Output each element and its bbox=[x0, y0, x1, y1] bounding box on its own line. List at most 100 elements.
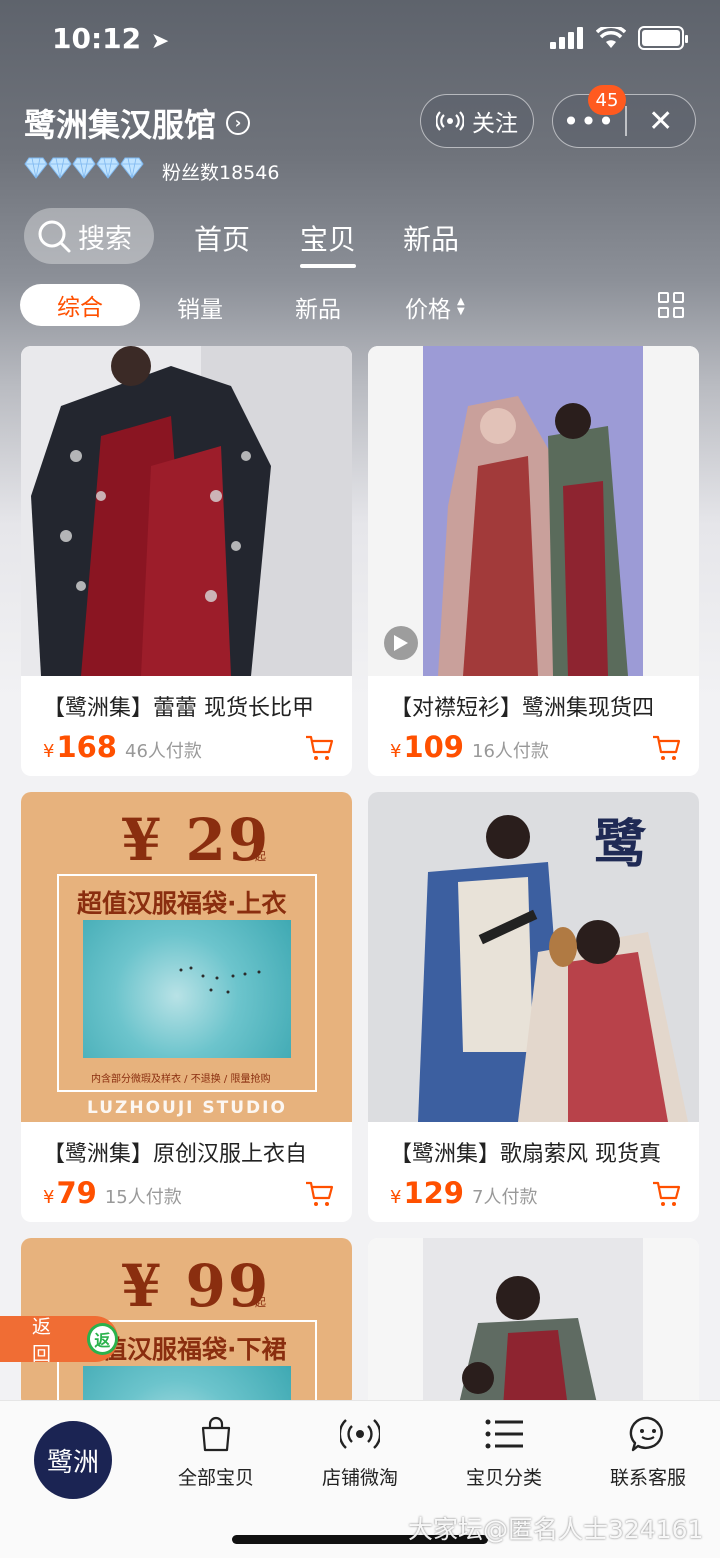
birds-graphic bbox=[179, 966, 261, 994]
promo-note: 内含部分微瑕及样衣 / 不退换 / 限量抢购 bbox=[91, 1074, 271, 1085]
search-label: 搜索 bbox=[78, 223, 132, 255]
cart-icon[interactable] bbox=[651, 734, 681, 762]
shop-logo-text: 鹭洲 bbox=[46, 1447, 99, 1478]
sort-new[interactable]: 新品 bbox=[295, 290, 341, 324]
product-title: 【对襟短衫】鹭洲集现货四 bbox=[390, 696, 655, 721]
grid-cell-icon bbox=[673, 292, 684, 303]
close-button[interactable]: ✕ bbox=[627, 95, 696, 147]
promo-headline: 超值汉服福袋·上衣 bbox=[77, 889, 287, 918]
tab-label: 全部宝贝 bbox=[177, 1467, 254, 1489]
play-icon bbox=[394, 635, 408, 651]
product-image[interactable]: 鹭 bbox=[368, 792, 699, 1122]
price-row: ¥ 168 46人付款 bbox=[43, 730, 202, 764]
promo-sky-photo bbox=[83, 920, 291, 1058]
product-image[interactable] bbox=[21, 346, 352, 676]
product-title: 【鹭洲集】原创汉服上衣自 bbox=[43, 1142, 308, 1167]
promo-banner: ¥ 29 起 超值汉服福袋·上衣 内含部分微瑕及样衣 / 不退换 / 限量抢购 … bbox=[21, 792, 352, 1122]
sort-sales[interactable]: 销量 bbox=[177, 290, 223, 324]
product-image[interactable]: ¥ 29 起 超值汉服福袋·上衣 内含部分微瑕及样衣 / 不退换 / 限量抢购 … bbox=[21, 792, 352, 1122]
follow-button[interactable]: 关注 bbox=[420, 94, 534, 148]
product-card[interactable]: 【对襟短衫】鹭洲集现货四 ¥ 109 16人付款 bbox=[368, 346, 699, 776]
price-row: ¥ 129 7人付款 bbox=[390, 1176, 537, 1210]
tab-shop-feed[interactable]: 店铺微淘 bbox=[290, 1411, 430, 1490]
tab-all-products[interactable]: 全部宝贝 bbox=[146, 1411, 286, 1490]
shopping-bag-icon bbox=[199, 1411, 233, 1457]
currency-symbol: ¥ bbox=[43, 741, 55, 762]
broadcast-icon bbox=[436, 111, 464, 131]
wifi-icon bbox=[596, 27, 626, 48]
list-icon bbox=[485, 1411, 523, 1457]
tab-new[interactable]: 新品 bbox=[403, 218, 459, 258]
sort-price-label: 价格 bbox=[405, 297, 451, 323]
product-price: 129 bbox=[403, 1176, 464, 1210]
diamond-icon bbox=[72, 157, 96, 179]
promo-qi: 起 bbox=[255, 1296, 266, 1309]
search-icon bbox=[38, 220, 71, 253]
close-icon: ✕ bbox=[648, 103, 674, 139]
battery-icon bbox=[638, 26, 688, 50]
product-photo bbox=[368, 346, 699, 676]
diamond-icon bbox=[120, 157, 144, 179]
sort-sales-label: 销量 bbox=[177, 297, 223, 323]
watermark: 大家坛@匿名人士324161 bbox=[408, 1515, 704, 1544]
chat-bubble-icon bbox=[628, 1411, 668, 1457]
sort-new-label: 新品 bbox=[295, 297, 341, 323]
tab-categories[interactable]: 宝贝分类 bbox=[434, 1411, 574, 1490]
promo-price: ¥ 29 bbox=[121, 806, 271, 874]
shop-logo[interactable]: 鹭洲 bbox=[34, 1421, 112, 1499]
diamond-icon bbox=[96, 157, 120, 179]
product-card[interactable]: 【鹭洲集】蕾蕾 现货长比甲 ¥ 168 46人付款 bbox=[21, 346, 352, 776]
status-time: 10:12 ➤ bbox=[52, 22, 170, 55]
sold-count: 7人付款 bbox=[472, 1187, 538, 1208]
sort-price[interactable]: 价格 ▲ ▼ bbox=[405, 290, 465, 324]
promo-qi: 起 bbox=[255, 850, 266, 863]
product-price: 79 bbox=[56, 1176, 97, 1210]
tab-label: 店铺微淘 bbox=[321, 1467, 398, 1489]
signal-icon bbox=[550, 27, 583, 49]
grid-view-toggle[interactable] bbox=[658, 292, 684, 318]
currency-symbol: ¥ bbox=[43, 1187, 55, 1208]
sort-comprehensive[interactable]: 综合 bbox=[20, 284, 140, 326]
broadcast-icon bbox=[340, 1411, 380, 1457]
product-title: 【鹭洲集】歌扇萦风 现货真 bbox=[390, 1142, 661, 1167]
promo-price: ¥ 99 bbox=[121, 1252, 271, 1320]
battery-level bbox=[642, 30, 680, 46]
product-photo bbox=[21, 346, 352, 676]
product-photo: 鹭 bbox=[368, 792, 699, 1122]
tab-customer-service[interactable]: 联系客服 bbox=[578, 1411, 718, 1490]
sold-count: 46人付款 bbox=[125, 741, 202, 762]
diamond-icon bbox=[48, 157, 72, 179]
cart-icon[interactable] bbox=[304, 734, 334, 762]
cart-icon[interactable] bbox=[651, 1180, 681, 1208]
sold-count: 15人付款 bbox=[104, 1187, 182, 1208]
product-image[interactable] bbox=[368, 1238, 699, 1408]
promo-studio: LUZHOUJI STUDIO bbox=[87, 1098, 287, 1118]
shop-name-text: 鹭洲集汉服馆 bbox=[24, 106, 217, 144]
product-title: 【鹭洲集】蕾蕾 现货长比甲 bbox=[43, 696, 314, 721]
status-bar: 10:12 ➤ bbox=[0, 0, 720, 80]
shop-rating-diamonds bbox=[24, 157, 144, 179]
product-card[interactable] bbox=[368, 1238, 699, 1408]
product-card[interactable]: 鹭 【鹭洲集】歌扇萦风 现货真 ¥ 129 7人付款 bbox=[368, 792, 699, 1222]
notification-badge: 45 bbox=[588, 85, 626, 115]
tab-label: 联系客服 bbox=[609, 1467, 686, 1489]
product-price: 109 bbox=[403, 730, 464, 764]
back-label: 返回 bbox=[32, 1316, 52, 1365]
grid-cell-icon bbox=[658, 292, 669, 303]
product-card[interactable]: ¥ 29 起 超值汉服福袋·上衣 内含部分微瑕及样衣 / 不退换 / 限量抢购 … bbox=[21, 792, 352, 1222]
search-button[interactable]: 搜索 bbox=[24, 208, 154, 264]
cart-icon[interactable] bbox=[304, 1180, 334, 1208]
currency-symbol: ¥ bbox=[390, 1187, 402, 1208]
svg-text:鹭: 鹭 bbox=[594, 814, 647, 875]
sold-count: 16人付款 bbox=[472, 741, 549, 762]
product-image[interactable] bbox=[368, 346, 699, 676]
shop-name[interactable]: 鹭洲集汉服馆 › bbox=[24, 100, 251, 146]
location-arrow-icon: ➤ bbox=[150, 29, 170, 54]
product-price: 168 bbox=[56, 730, 117, 764]
tab-home[interactable]: 首页 bbox=[194, 218, 250, 258]
tab-products[interactable]: 宝贝 bbox=[300, 218, 357, 268]
video-play-button[interactable] bbox=[384, 626, 418, 660]
back-button[interactable]: 返回 返 bbox=[0, 1316, 118, 1365]
chevron-right-icon: › bbox=[226, 111, 251, 135]
currency-symbol: ¥ bbox=[390, 741, 402, 762]
